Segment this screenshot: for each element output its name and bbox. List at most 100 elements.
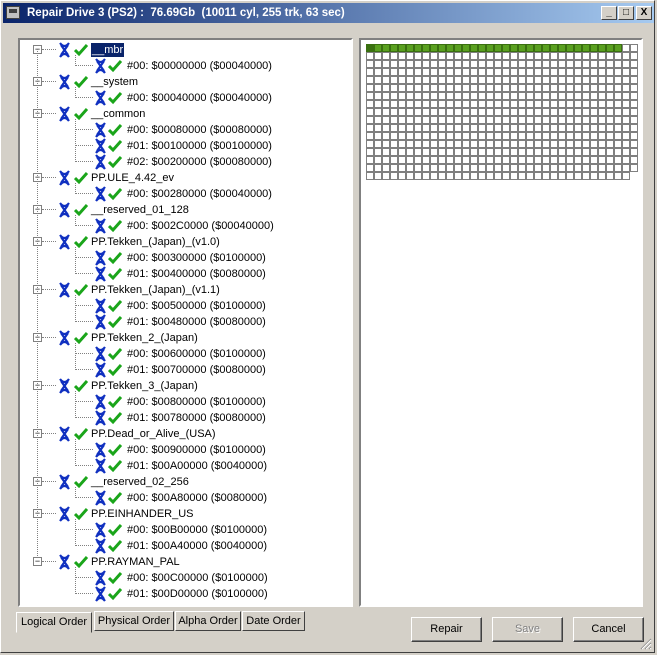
partition-part-row[interactable]: #01: $00700000 ($0080000) <box>20 362 350 378</box>
partition-part-row[interactable]: #00: $00040000 ($00040000) <box>20 90 350 106</box>
partition-name[interactable]: __reserved_01_128 <box>91 203 189 217</box>
free-block <box>454 116 462 124</box>
partition-part-row[interactable]: #01: $00100000 ($00100000) <box>20 138 350 154</box>
partition-part-row[interactable]: #00: $00800000 ($0100000) <box>20 394 350 410</box>
tree-node-3[interactable]: − PP.ULE_4.42_ev <box>20 170 350 186</box>
free-block <box>590 140 598 148</box>
cancel-button[interactable]: Cancel <box>573 617 644 642</box>
free-block <box>414 148 422 156</box>
tree-node-12[interactable]: − PP.RAYMAN_PAL <box>20 554 350 570</box>
partition-part-row[interactable]: #00: $00300000 ($0100000) <box>20 250 350 266</box>
part-status-icon <box>95 250 106 266</box>
free-block <box>502 156 510 164</box>
title-bar[interactable]: Repair Drive 3 (PS2) : 76.69Gb (10011 cy… <box>3 3 654 23</box>
tab-date-order[interactable]: Date Order <box>242 611 305 631</box>
free-block <box>446 164 454 172</box>
tree-node-11[interactable]: − PP.EINHANDER_US <box>20 506 350 522</box>
free-block <box>430 132 438 140</box>
free-block <box>518 76 526 84</box>
resize-grip-icon[interactable] <box>640 638 652 650</box>
tree-node-4[interactable]: − __reserved_01_128 <box>20 202 350 218</box>
free-block <box>614 148 622 156</box>
partition-part-row[interactable]: #01: $00A40000 ($0040000) <box>20 538 350 554</box>
part-status-icon <box>95 122 106 138</box>
partition-name[interactable]: __common <box>91 107 145 121</box>
tree-node-5[interactable]: − PP.Tekken_(Japan)_(v1.0) <box>20 234 350 250</box>
free-block <box>566 164 574 172</box>
collapse-toggle-icon[interactable]: − <box>33 557 42 566</box>
partition-name[interactable]: PP.Tekken_(Japan)_(v1.0) <box>91 235 220 249</box>
tree-node-9[interactable]: − PP.Dead_or_Alive_(USA) <box>20 426 350 442</box>
part-address: #00: $00080000 ($00080000) <box>127 124 272 136</box>
partition-name[interactable]: __reserved_02_256 <box>91 475 189 489</box>
partition-tree[interactable]: − __mbr #00: $00000000 ($00040000) − __syste… <box>20 40 351 605</box>
free-block <box>630 156 638 164</box>
free-block <box>406 100 414 108</box>
partition-part-row[interactable]: #00: $00900000 ($0100000) <box>20 442 350 458</box>
free-block <box>590 60 598 68</box>
free-block <box>502 132 510 140</box>
partition-name[interactable]: PP.Tekken_(Japan)_(v1.1) <box>91 283 220 297</box>
free-block <box>366 148 374 156</box>
part-address: #00: $002C0000 ($00040000) <box>127 220 274 232</box>
save-button[interactable]: Save <box>492 617 563 642</box>
tab-logical-order[interactable]: Logical Order <box>16 612 92 633</box>
partition-part-row[interactable]: #00: $00280000 ($00040000) <box>20 186 350 202</box>
free-block <box>382 172 390 180</box>
partition-part-row[interactable]: #01: $00400000 ($0080000) <box>20 266 350 282</box>
partition-part-row[interactable]: #00: $00600000 ($0100000) <box>20 346 350 362</box>
partition-part-row[interactable]: #02: $00200000 ($00080000) <box>20 154 350 170</box>
free-block <box>422 124 430 132</box>
free-block <box>494 76 502 84</box>
minimize-button[interactable]: _ <box>601 6 617 20</box>
partition-part-row[interactable]: #00: $00500000 ($0100000) <box>20 298 350 314</box>
tree-node-10[interactable]: − __reserved_02_256 <box>20 474 350 490</box>
free-block <box>510 116 518 124</box>
free-block <box>390 172 398 180</box>
free-block <box>430 68 438 76</box>
free-block <box>622 100 630 108</box>
free-block <box>582 100 590 108</box>
partition-name[interactable]: __mbr <box>91 43 125 57</box>
close-button[interactable]: X <box>636 6 652 20</box>
free-block <box>374 164 382 172</box>
maximize-button[interactable]: □ <box>618 6 634 20</box>
part-address: #01: $00400000 ($0080000) <box>127 268 266 280</box>
tree-node-2[interactable]: − __common <box>20 106 350 122</box>
tree-node-7[interactable]: − PP.Tekken_2_(Japan) <box>20 330 350 346</box>
partition-name[interactable]: PP.Dead_or_Alive_(USA) <box>91 427 216 441</box>
tab-physical-order[interactable]: Physical Order <box>94 611 174 631</box>
free-block <box>622 164 630 172</box>
tree-node-0[interactable]: − __mbr <box>20 42 350 58</box>
partition-name[interactable]: PP.EINHANDER_US <box>91 507 194 521</box>
tree-node-1[interactable]: − __system <box>20 74 350 90</box>
partition-part-row[interactable]: #00: $00C00000 ($0100000) <box>20 570 350 586</box>
partition-part-row[interactable]: #00: $00080000 ($00080000) <box>20 122 350 138</box>
partition-name[interactable]: PP.Tekken_2_(Japan) <box>91 331 198 345</box>
partition-name[interactable]: PP.RAYMAN_PAL <box>91 555 180 569</box>
partition-tree-panel[interactable]: − __mbr #00: $00000000 ($00040000) − __syste… <box>18 38 353 607</box>
tree-node-8[interactable]: − PP.Tekken_3_(Japan) <box>20 378 350 394</box>
free-block <box>366 84 374 92</box>
free-block <box>462 156 470 164</box>
partition-part-row[interactable]: #01: $00480000 ($0080000) <box>20 314 350 330</box>
tab-alpha-order[interactable]: Alpha Order <box>175 611 241 631</box>
partition-part-row[interactable]: #00: $00A80000 ($0080000) <box>20 490 350 506</box>
partition-part-row[interactable]: #01: $00A00000 ($0040000) <box>20 458 350 474</box>
partition-name[interactable]: PP.Tekken_3_(Japan) <box>91 379 198 393</box>
partition-part-row[interactable]: #00: $002C0000 ($00040000) <box>20 218 350 234</box>
partition-part-row[interactable]: #01: $00780000 ($0080000) <box>20 410 350 426</box>
free-block <box>558 60 566 68</box>
free-block <box>574 116 582 124</box>
free-block <box>446 76 454 84</box>
free-block <box>526 84 534 92</box>
partition-name[interactable]: __system <box>91 75 138 89</box>
free-block <box>430 124 438 132</box>
partition-part-row[interactable]: #00: $00B00000 ($0100000) <box>20 522 350 538</box>
partition-name[interactable]: PP.ULE_4.42_ev <box>91 171 174 185</box>
tree-node-6[interactable]: − PP.Tekken_(Japan)_(v1.1) <box>20 282 350 298</box>
partition-part-row[interactable]: #01: $00D00000 ($0100000) <box>20 586 350 602</box>
repair-button[interactable]: Repair <box>411 617 482 642</box>
free-block <box>486 76 494 84</box>
partition-part-row[interactable]: #00: $00000000 ($00040000) <box>20 58 350 74</box>
